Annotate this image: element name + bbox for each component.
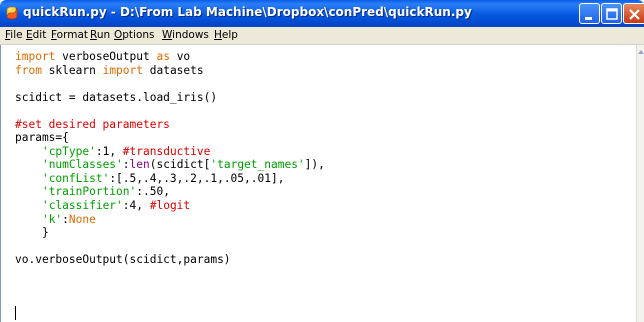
code-token: : (122, 158, 130, 172)
code-line[interactable]: import verboseOutput as vo (15, 50, 325, 64)
code-line[interactable]: } (15, 226, 325, 240)
close-button[interactable] (623, 3, 644, 24)
code-line[interactable]: scidict = datasets.load_iris() (15, 91, 325, 105)
code-token: (scidict[ (149, 158, 211, 172)
code-line[interactable]: 'classifier':4, #logit (15, 199, 325, 213)
code-token: from (15, 63, 42, 77)
code-token: :[.5,.4,.3,.2,.1,.05,.01], (109, 171, 285, 185)
code-token: 'confList' (41, 171, 110, 185)
menu-format[interactable]: Format (51, 29, 88, 41)
menu-edit[interactable]: Edit (26, 29, 46, 41)
code-token: vo (169, 50, 191, 63)
code-token: #set desired parameters (15, 117, 170, 131)
code-line[interactable]: vo.verboseOutput(scidict,params) (15, 253, 325, 267)
minimize-icon (585, 17, 592, 20)
code-token: vo.verboseOutput(scidict,params) (15, 253, 231, 267)
code-token: params={ (15, 131, 69, 145)
code-token: import (102, 63, 143, 77)
code-line[interactable]: 'numClasses':len(scidict['target_names']… (15, 158, 325, 172)
code-token: :1, (95, 144, 123, 158)
code-token: 'numClasses' (41, 158, 123, 172)
menu-run[interactable]: Run (90, 29, 110, 41)
code-token: : (62, 212, 69, 226)
code-token: 'target_names' (210, 158, 305, 172)
maximize-icon (606, 8, 618, 20)
menu-file[interactable]: File (5, 29, 23, 41)
code-line[interactable]: 'trainPortion':.50, (15, 185, 325, 199)
vertical-scrollbar[interactable] (636, 45, 644, 322)
code-line[interactable]: params={ (15, 131, 325, 145)
code-token: :4, (122, 199, 150, 213)
code-line[interactable]: 'confList':[.5,.4,.3,.2,.1,.05,.01], (15, 172, 325, 186)
python-idle-icon (6, 6, 18, 20)
close-icon (629, 9, 640, 20)
code-token: datasets (143, 63, 204, 77)
maximize-button[interactable] (601, 3, 622, 24)
code-line[interactable]: 'cpType':1, #transductive (15, 145, 325, 159)
code-line[interactable]: from sklearn import datasets (15, 64, 325, 78)
window-title: quickRun.py - D:\From Lab Machine\Dropbo… (23, 5, 472, 19)
minimize-button[interactable] (579, 3, 600, 24)
code-text[interactable]: import verboseOutput as vo from sklearn i… (15, 50, 325, 267)
code-token: scidict = datasets.load_iris() (15, 90, 218, 104)
code-token: } (15, 226, 49, 240)
menu-options[interactable]: Options (114, 29, 155, 41)
code-token: 'cpType' (41, 144, 96, 158)
code-token: #transductive (122, 144, 211, 158)
title-bar[interactable]: quickRun.py - D:\From Lab Machine\Dropbo… (0, 0, 644, 27)
code-token: ]), (304, 158, 325, 172)
code-line[interactable] (15, 77, 325, 91)
code-line[interactable] (15, 240, 325, 254)
code-token: :.50, (136, 185, 170, 199)
code-token: as (156, 50, 170, 63)
text-caret (15, 306, 16, 320)
code-token: import (15, 50, 56, 63)
menu-bar: File Edit Format Run Options Windows Hel… (0, 27, 644, 45)
code-token: 'trainPortion' (41, 185, 137, 199)
code-token: 'k' (41, 212, 63, 226)
code-line[interactable]: #set desired parameters (15, 118, 325, 132)
menu-help[interactable]: Help (214, 29, 238, 41)
scroll-up-icon[interactable] (637, 48, 644, 56)
code-token: len (129, 158, 150, 172)
menu-windows[interactable]: Windows (162, 29, 209, 41)
code-line[interactable]: 'k':None (15, 213, 325, 227)
code-token: sklearn (41, 63, 103, 77)
code-line[interactable] (15, 104, 325, 118)
code-token: None (68, 212, 96, 226)
code-token: #logit (149, 199, 191, 213)
code-token: 'classifier' (41, 199, 123, 213)
code-token: verboseOutput (55, 50, 157, 63)
